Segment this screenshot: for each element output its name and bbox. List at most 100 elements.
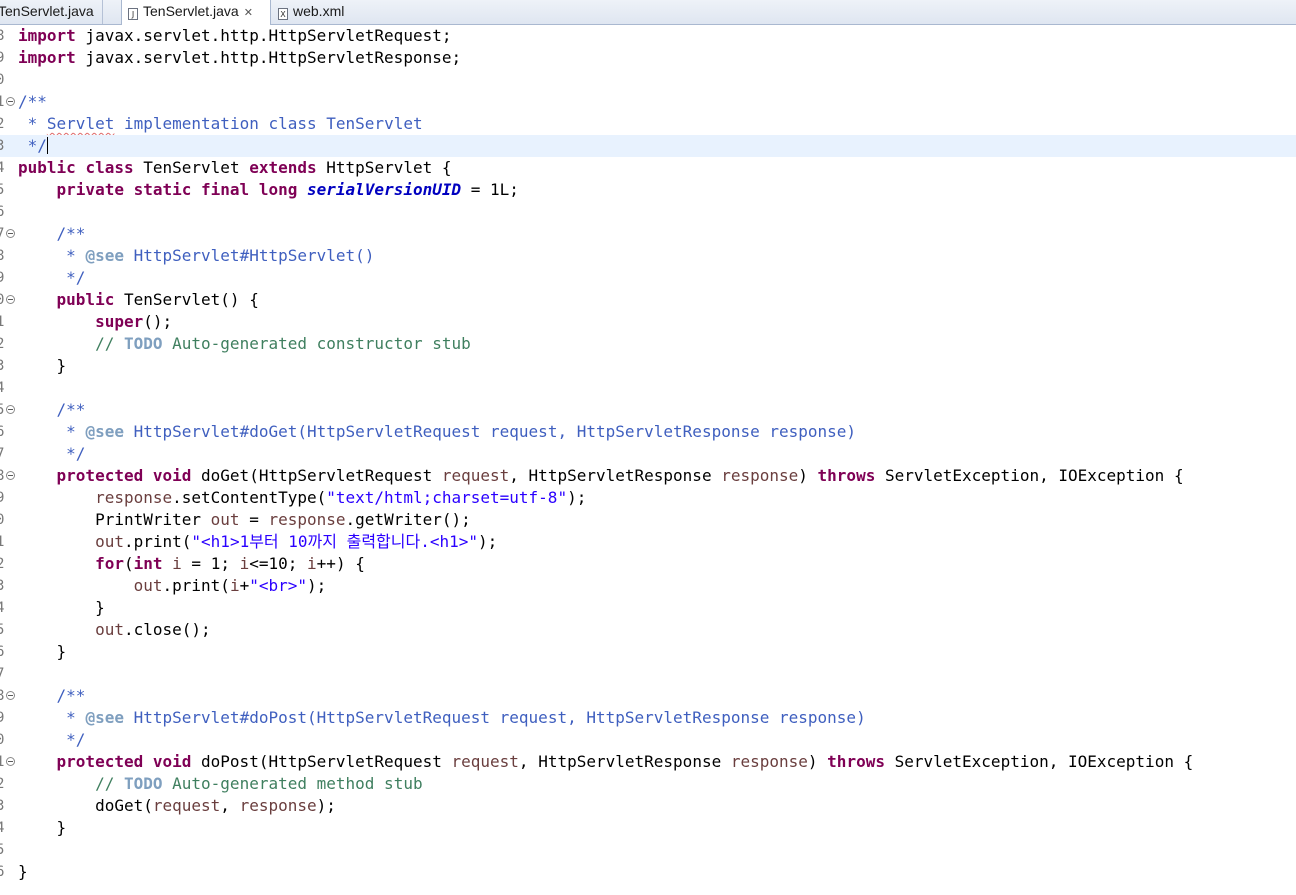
line-number: 9 xyxy=(0,710,5,726)
code-text: /** xyxy=(56,686,86,705)
fold-minus-icon[interactable] xyxy=(6,405,15,414)
code-line: 4 } xyxy=(0,817,1296,839)
line-number: 4 xyxy=(0,160,5,176)
code-line: 0 public TenServlet() { xyxy=(0,289,1296,311)
tab-tenservlet-java-active[interactable]: J TenServlet.java ✕ xyxy=(121,0,271,25)
code-line: 6 * @see HttpServlet#doGet(HttpServletRe… xyxy=(0,421,1296,443)
code-text: * @see HttpServlet#HttpServlet() xyxy=(56,246,375,265)
fold-minus-icon[interactable] xyxy=(6,691,15,700)
line-number: 0 xyxy=(0,732,5,748)
java-file-icon: J xyxy=(128,8,138,20)
code-line: 4 xyxy=(0,377,1296,399)
code-line: 0 PrintWriter out = response.getWriter()… xyxy=(0,509,1296,531)
line-number: 9 xyxy=(0,490,5,506)
code-editor[interactable]: 8 import javax.servlet.http.HttpServletR… xyxy=(0,25,1296,895)
code-line: 8 import javax.servlet.http.HttpServletR… xyxy=(0,25,1296,47)
code-text: public class TenServlet extends HttpServ… xyxy=(18,158,452,177)
code-text: out.print("<h1>1부터 10까지 출력합니다.<h1>"); xyxy=(95,532,498,551)
line-number: 4 xyxy=(0,600,5,616)
code-text: public TenServlet() { xyxy=(56,290,259,309)
editor-tab-bar: TenServlet.java J TenServlet.java ✕ Xweb.x… xyxy=(0,0,1296,25)
fold-minus-icon[interactable] xyxy=(6,295,15,304)
fold-minus-icon[interactable] xyxy=(6,97,15,106)
line-number: 4 xyxy=(0,820,5,836)
code-line: 3 } xyxy=(0,355,1296,377)
code-line: 2 * Servlet implementation class TenServ… xyxy=(0,113,1296,135)
code-text: out.print(i+"<br>"); xyxy=(133,576,327,595)
code-text: /** xyxy=(56,400,86,419)
code-line: 2 for(int i = 1; i<=10; i++) { xyxy=(0,553,1296,575)
line-number: 8 xyxy=(0,248,5,264)
code-line: 2 // TODO Auto-generated constructor stu… xyxy=(0,333,1296,355)
code-line: 4 } xyxy=(0,597,1296,619)
line-number: 6 xyxy=(0,864,5,880)
code-line: 3 doGet(request, response); xyxy=(0,795,1296,817)
tab-tenservlet-java-1[interactable]: TenServlet.java xyxy=(0,0,103,24)
line-number: 2 xyxy=(0,556,5,572)
code-text: response.setContentType("text/html;chars… xyxy=(95,488,587,507)
code-text: // TODO Auto-generated constructor stub xyxy=(95,334,471,353)
tab-web-xml[interactable]: Xweb.xml xyxy=(274,0,344,24)
tab-label: TenServlet.java xyxy=(143,3,239,19)
line-number: 0 xyxy=(0,512,5,528)
close-icon[interactable]: ✕ xyxy=(244,2,253,25)
line-number: 5 xyxy=(0,622,5,638)
line-number: 6 xyxy=(0,204,5,220)
fold-minus-icon[interactable] xyxy=(6,229,15,238)
tab-label: TenServlet.java xyxy=(0,3,94,19)
current-line-highlight: 3 */ xyxy=(0,135,1296,157)
code-line: 5 out.close(); xyxy=(0,619,1296,641)
code-text: protected void doPost(HttpServletRequest… xyxy=(56,752,1194,771)
line-number: 3 xyxy=(0,358,5,374)
code-text: } xyxy=(56,818,67,837)
line-number: 2 xyxy=(0,336,5,352)
code-text: } xyxy=(95,598,105,617)
code-text: import javax.servlet.http.HttpServletRes… xyxy=(18,48,462,67)
code-line: 1 /** xyxy=(0,91,1296,113)
code-line: 6 xyxy=(0,201,1296,223)
code-line: 8 * @see HttpServlet#HttpServlet() xyxy=(0,245,1296,267)
code-line: 3 out.print(i+"<br>"); xyxy=(0,575,1296,597)
code-line: 0 */ xyxy=(0,729,1296,751)
code-text: */ xyxy=(56,444,86,463)
line-number: 5 xyxy=(0,842,5,858)
fold-minus-icon[interactable] xyxy=(6,757,15,766)
code-line: 0 xyxy=(0,69,1296,91)
code-text: * Servlet implementation class TenServle… xyxy=(18,114,423,133)
code-text: } xyxy=(56,356,67,375)
code-line: 5 private static final long serialVersio… xyxy=(0,179,1296,201)
line-number: 1 xyxy=(0,314,5,330)
code-text: */ xyxy=(18,136,48,155)
code-line: 8 protected void doGet(HttpServletReques… xyxy=(0,465,1296,487)
xml-file-icon: X xyxy=(278,8,288,20)
code-text: import javax.servlet.http.HttpServletReq… xyxy=(18,26,452,45)
line-number: 5 xyxy=(0,182,5,198)
spelling-error: Servlet xyxy=(46,114,115,133)
text-cursor xyxy=(46,137,48,154)
code-line: 7 /** xyxy=(0,223,1296,245)
line-number: 7 xyxy=(0,666,5,682)
code-line: 9 response.setContentType("text/html;cha… xyxy=(0,487,1296,509)
code-line: 8 /** xyxy=(0,685,1296,707)
line-number: 3 xyxy=(0,138,5,154)
line-number: 7 xyxy=(0,446,5,462)
code-text: PrintWriter out = response.getWriter(); xyxy=(95,510,471,529)
tab-label: web.xml xyxy=(293,3,345,19)
line-number: 3 xyxy=(0,578,5,594)
code-line: 4 public class TenServlet extends HttpSe… xyxy=(0,157,1296,179)
code-line: 9 * @see HttpServlet#doPost(HttpServletR… xyxy=(0,707,1296,729)
code-line: 6 } xyxy=(0,861,1296,883)
code-text: doGet(request, response); xyxy=(95,796,336,815)
fold-minus-icon[interactable] xyxy=(6,471,15,480)
code-line: 9 */ xyxy=(0,267,1296,289)
code-text: } xyxy=(56,642,67,661)
code-text: super(); xyxy=(95,312,173,331)
line-number: 3 xyxy=(0,798,5,814)
code-text: for(int i = 1; i<=10; i++) { xyxy=(95,554,365,573)
code-text: /** xyxy=(56,224,86,243)
line-number: 6 xyxy=(0,424,5,440)
code-text: protected void doGet(HttpServletRequest … xyxy=(56,466,1184,485)
code-text: out.close(); xyxy=(95,620,211,639)
code-text: private static final long serialVersionU… xyxy=(56,180,519,199)
code-line: 1 super(); xyxy=(0,311,1296,333)
